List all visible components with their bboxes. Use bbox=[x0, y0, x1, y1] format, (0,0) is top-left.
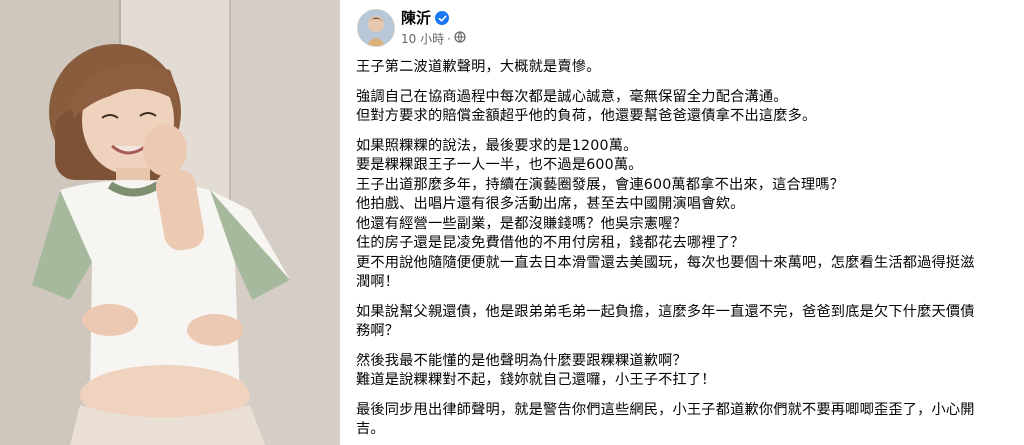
author-name-row: 陳沂 bbox=[401, 8, 450, 28]
verified-badge-icon bbox=[435, 11, 450, 25]
post-text-line: 要是粿粿跟王子一人一半，也不過是600萬。 bbox=[356, 157, 643, 173]
post-text-line: 然後我最不能懂的是他聲明為什麼要跟粿粿道歉啊？ bbox=[356, 352, 687, 369]
post-text-line: 但對方要求的賠償金額超乎他的負荷，他還要幫爸爸還債拿不出這麼多。 bbox=[356, 108, 817, 124]
post-paragraph: 如果照粿粿的說法，最後要求的是1200萬。 要是粿粿跟王子一人一半，也不過是600… bbox=[356, 137, 1016, 293]
author-avatar[interactable] bbox=[357, 9, 395, 47]
post-text-line: 務啊？ bbox=[356, 323, 400, 339]
post-paragraph: 王子第二波道歉聲明，大概就是賣慘。 bbox=[356, 58, 1016, 78]
author-name[interactable]: 陳沂 bbox=[401, 8, 431, 28]
post-text-line: 他拍戲、出唱片還有很多活動出席，甚至去中國開演唱會欸。 bbox=[356, 196, 745, 212]
post-text-line: 強調自己在協商過程中每次都是誠心誠意，毫無保留全力配合溝通。 bbox=[356, 88, 788, 105]
globe-icon[interactable] bbox=[454, 31, 466, 47]
post-text-line: 王子第二波道歉聲明，大概就是賣慘。 bbox=[356, 59, 601, 75]
post-paragraph: 強調自己在協商過程中每次都是誠心誠意，毫無保留全力配合溝通。但對方要求的賠償金額… bbox=[356, 88, 1016, 127]
post-text-line: 他還有經營一些副業，是都沒賺錢嗎？他吳宗憲喔？ bbox=[356, 215, 687, 232]
post-text-line: 難道是說粿粿對不起，錢妳就自己還囉，小王子不扛了！ bbox=[356, 372, 716, 388]
post-text-line: 王子出道那麼多年，持續在演藝圈發展，會連600萬都拿不出來，這合理嗎？ bbox=[356, 176, 845, 193]
post-text-line: 潤啊！ bbox=[356, 274, 400, 290]
post-text-line: 更不用說他隨隨便便就一直去日本滑雪還去美國玩，每次也要個十來萬吧，怎麼看生活都過… bbox=[356, 254, 975, 271]
post-text-line: 如果說幫父親還債，他是跟弟弟毛弟一起負擔，這麼多年一直還不完，爸爸到底是欠下什麼… bbox=[356, 303, 975, 320]
post-text-line: 吉。 bbox=[356, 421, 385, 437]
facebook-post: 陳沂 10 小時 · 王子第二波道歉聲明，大概就是賣慘。強調自己在協商過程中每次… bbox=[340, 0, 1024, 445]
post-timestamp[interactable]: 10 小時 bbox=[401, 31, 444, 47]
post-text-line: 如果照粿粿的說法，最後要求的是1200萬。 bbox=[356, 137, 638, 154]
post-text-line: 最後同步甩出律師聲明，就是警告你們這些網民，小王子都道歉你們就不要再唧唧歪歪了，… bbox=[356, 401, 975, 418]
meta-separator: · bbox=[447, 32, 451, 46]
post-paragraph: 然後我最不能懂的是他聲明為什麼要跟粿粿道歉啊？ 難道是說粿粿對不起，錢妳就自己還囉… bbox=[356, 352, 1016, 391]
woman-photo-illustration bbox=[0, 0, 340, 445]
post-meta: 10 小時 · bbox=[401, 31, 466, 47]
post-photo bbox=[0, 0, 340, 445]
post-text-line: 住的房子還是昆凌免費借他的不用付房租，錢都花去哪裡了？ bbox=[356, 235, 745, 251]
avatar-image bbox=[358, 10, 394, 46]
post-header: 陳沂 10 小時 · bbox=[340, 0, 1024, 60]
post-paragraph: 如果說幫父親還債，他是跟弟弟毛弟一起負擔，這麼多年一直還不完，爸爸到底是欠下什麼… bbox=[356, 303, 1016, 342]
post-body: 王子第二波道歉聲明，大概就是賣慘。強調自己在協商過程中每次都是誠心誠意，毫無保留… bbox=[356, 58, 1016, 445]
post-paragraph: 最後同步甩出律師聲明，就是警告你們這些網民，小王子都道歉你們就不要再唧唧歪歪了，… bbox=[356, 401, 1016, 440]
